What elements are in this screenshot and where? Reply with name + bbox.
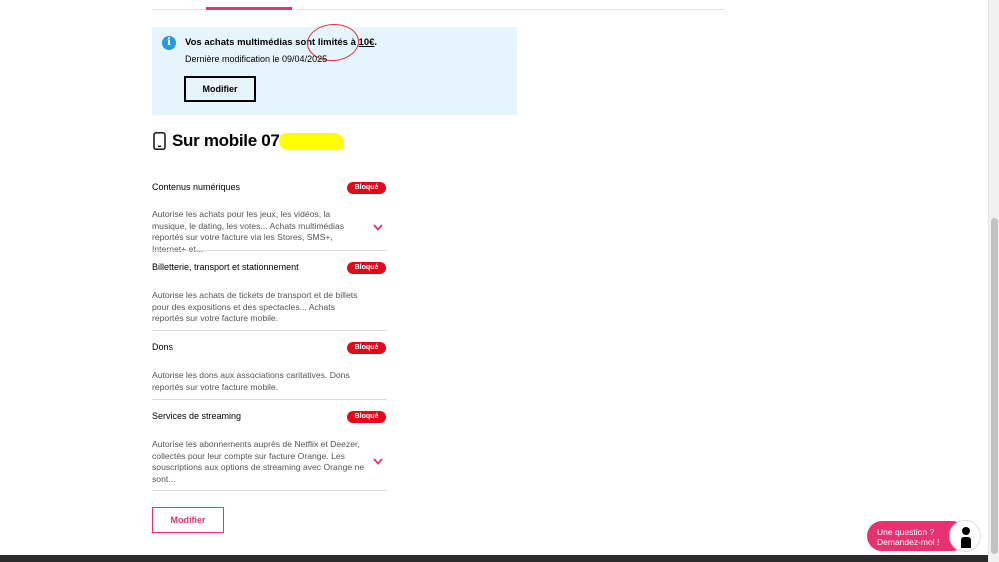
service-item-streaming[interactable]: Services de streaming Bloqué Autorise le…	[152, 411, 387, 493]
modify-limit-button[interactable]: Modifier	[184, 76, 256, 102]
chevron-down-icon[interactable]	[373, 458, 383, 465]
page-scrollbar[interactable]	[988, 0, 999, 562]
assistant-avatar-icon[interactable]	[949, 520, 981, 552]
avatar-body	[961, 537, 971, 548]
smartphone-icon	[153, 132, 166, 150]
service-divider	[152, 330, 387, 331]
status-badge: Bloqué	[347, 411, 386, 423]
service-divider	[152, 399, 387, 400]
purchase-limit-info-box: i Vos achats multimédias sont limités à …	[152, 22, 517, 115]
active-tab-indicator	[206, 7, 292, 10]
service-item-billetterie[interactable]: Billetterie, transport et stationnement …	[152, 262, 387, 332]
limit-message-suffix: .	[374, 37, 378, 48]
service-description: Autorise les abonnements auprès de Netfl…	[152, 439, 365, 484]
service-title: Services de streaming	[152, 411, 242, 421]
chat-assistant-widget[interactable]: Une question ? Demandez-moi !	[867, 520, 981, 552]
status-badge: Bloqué	[347, 342, 386, 354]
last-modified-date: Dernière modification le 09/04/2025	[185, 54, 328, 64]
footer-bar	[0, 555, 988, 562]
modify-services-button[interactable]: Modifier	[152, 507, 224, 533]
limit-amount: 10€	[358, 37, 375, 48]
mobile-number-heading: Sur mobile 078	[172, 131, 289, 150]
mobile-section-heading: Sur mobile 078	[153, 131, 289, 151]
service-title: Contenus numériques	[152, 182, 241, 192]
service-item-dons[interactable]: Dons Bloqué Autorise les dons aux associ…	[152, 342, 387, 402]
status-badge: Bloqué	[347, 182, 386, 194]
service-title: Dons	[152, 342, 174, 352]
info-icon: i	[162, 36, 176, 50]
service-description: Autorise les dons aux associations carit…	[152, 370, 350, 392]
service-title: Billetterie, transport et stationnement	[152, 262, 299, 272]
redaction-highlight	[279, 133, 344, 150]
service-description: Autorise les achats de tickets de transp…	[152, 290, 358, 324]
chevron-down-icon[interactable]	[373, 224, 383, 231]
service-item-contenus-numeriques[interactable]: Contenus numériques Bloqué Autorise les …	[152, 182, 387, 254]
service-description: Autorise les achats pour les jeux, les v…	[152, 209, 345, 254]
scrollbar-thumb[interactable]	[991, 218, 998, 554]
service-divider	[152, 490, 387, 491]
avatar-head	[962, 527, 970, 535]
status-badge: Bloqué	[347, 262, 386, 274]
service-divider	[152, 250, 387, 251]
